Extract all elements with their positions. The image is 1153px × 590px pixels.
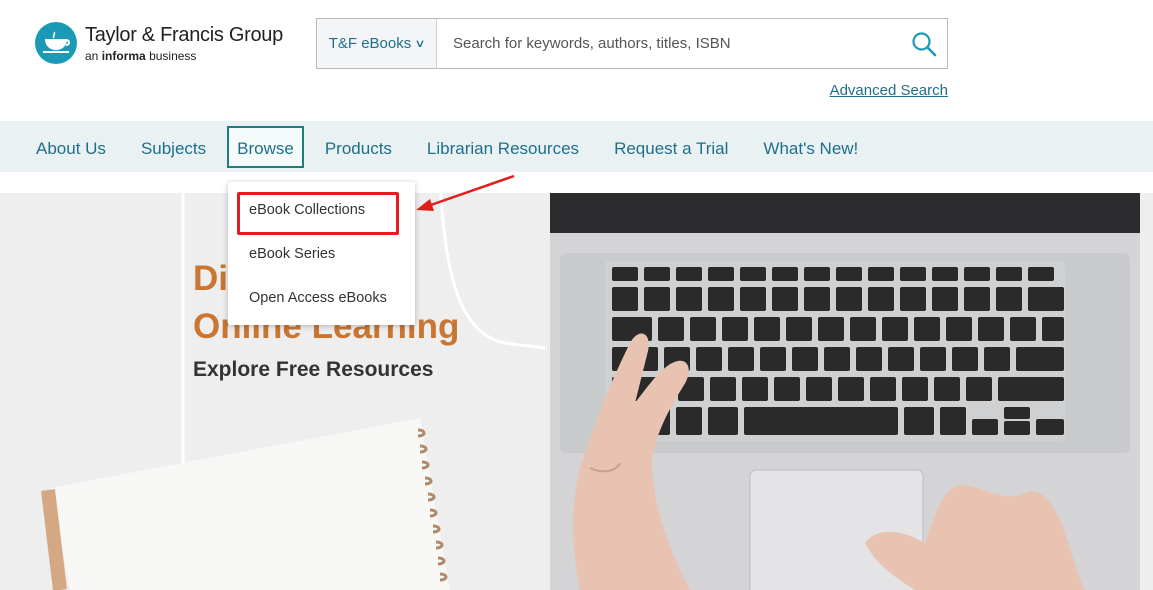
logo-title: Taylor & Francis Group xyxy=(85,23,283,46)
teacup-logo-icon xyxy=(35,22,77,64)
search-icon xyxy=(912,31,937,56)
logo-subtitle: an informa business xyxy=(85,48,197,63)
nav-item-subjects[interactable]: Subjects xyxy=(127,126,220,168)
nav-item-librarian-resources[interactable]: Librarian Resources xyxy=(413,126,593,168)
nav-item-browse[interactable]: Browse xyxy=(227,125,304,168)
hero-banner: Di Online Learning Explore Free Resource… xyxy=(0,193,1153,590)
notebook-image xyxy=(41,418,450,590)
search-scope-select[interactable]: T&F eBooks ∨ xyxy=(317,19,437,68)
search-input[interactable] xyxy=(437,19,901,68)
menu-item-open-access-ebooks[interactable]: Open Access eBooks xyxy=(228,277,415,321)
logo[interactable]: Taylor & Francis Group an informa busine… xyxy=(35,22,283,64)
menu-item-ebook-series[interactable]: eBook Series xyxy=(228,233,415,277)
chevron-down-icon: ∨ xyxy=(414,38,426,50)
nav-item-whats-new[interactable]: What's New! xyxy=(749,126,872,168)
search-button[interactable] xyxy=(901,19,947,68)
browse-dropdown-menu: eBook Collections eBook Series Open Acce… xyxy=(228,182,415,325)
nav-spacer xyxy=(0,172,1153,193)
search-bar: T&F eBooks ∨ xyxy=(316,18,948,69)
left-hand-image xyxy=(573,333,690,590)
nav-item-products[interactable]: Products xyxy=(311,126,406,168)
advanced-search-link[interactable]: Advanced Search xyxy=(830,82,948,99)
menu-item-ebook-collections[interactable]: eBook Collections xyxy=(228,189,415,233)
nav-item-request-a-trial[interactable]: Request a Trial xyxy=(600,126,742,168)
site-header: Taylor & Francis Group an informa busine… xyxy=(0,0,1153,121)
main-nav: About Us Subjects Browse Products Librar… xyxy=(0,121,1153,172)
search-scope-label: T&F eBooks xyxy=(328,35,412,52)
nav-item-about-us[interactable]: About Us xyxy=(22,126,120,168)
right-hand-image xyxy=(865,484,1085,590)
hero-subtitle: Explore Free Resources xyxy=(193,358,434,381)
